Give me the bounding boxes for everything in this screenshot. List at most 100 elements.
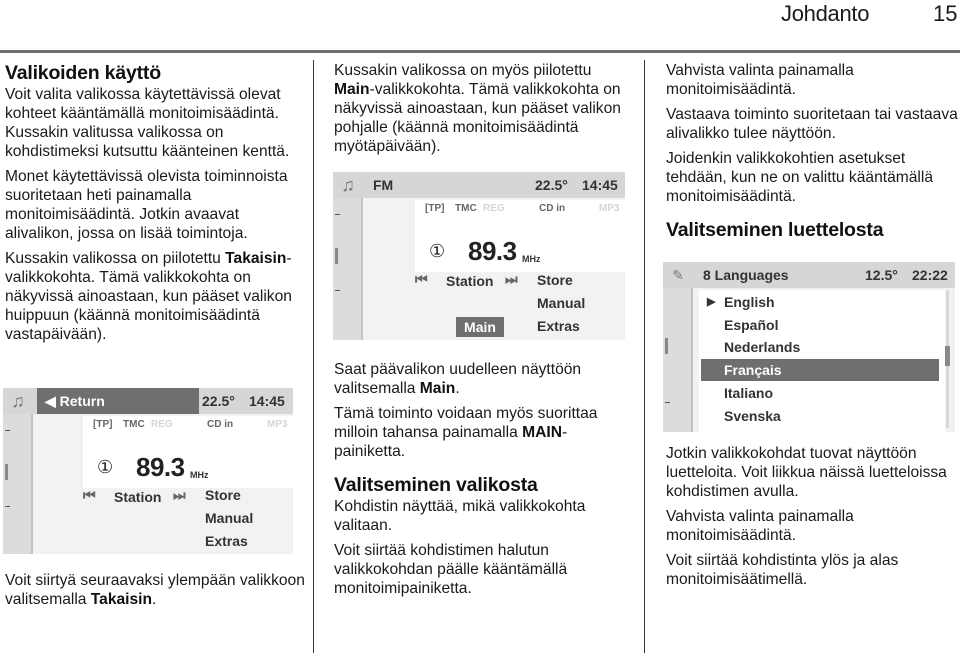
side-indicator xyxy=(5,464,8,480)
section-heading: Valikoiden käyttö xyxy=(5,61,305,85)
text: . xyxy=(455,380,460,397)
menu-term: Main xyxy=(334,81,370,98)
screen-sidebar xyxy=(663,288,693,432)
list-item-nederlands[interactable]: Nederlands xyxy=(724,336,800,358)
list-item-italiano[interactable]: Italiano xyxy=(724,382,773,404)
music-note-icon: ♫ xyxy=(341,175,355,195)
menu-option-store[interactable]: Store xyxy=(205,487,241,503)
side-indicator xyxy=(335,248,338,264)
column-divider xyxy=(644,60,645,653)
paragraph: Kohdistin näyttää, mikä valikkokohta val… xyxy=(334,498,586,534)
frequency-unit: MHz xyxy=(522,254,541,264)
button-term: MAIN xyxy=(522,424,562,441)
screen-sidebar xyxy=(333,198,363,340)
reg-indicator: REG xyxy=(151,419,173,430)
heading-text: Valitseminen luettelosta xyxy=(666,219,884,241)
text: . xyxy=(152,591,157,608)
cd-in-indicator: CD in xyxy=(207,419,234,430)
paragraph: Voit siirtää kohdistinta ylös ja alas mo… xyxy=(666,552,899,588)
tmc-indicator: TMC xyxy=(455,203,477,214)
settings-wrench-icon: ✎ xyxy=(672,267,684,283)
list-title: 8 Languages xyxy=(703,267,789,283)
prev-station-icon[interactable]: ⏮ xyxy=(83,487,96,504)
station-label: Station xyxy=(446,273,494,289)
temperature: 12.5° xyxy=(865,267,898,283)
mp3-indicator: MP3 xyxy=(599,203,620,214)
band-label: FM xyxy=(373,177,394,193)
clock: 22:22 xyxy=(912,267,948,283)
section-heading: Valitseminen luettelosta xyxy=(666,218,960,242)
scrollbar-thumb[interactable] xyxy=(945,346,950,366)
menu-term: Takaisin xyxy=(90,591,153,608)
frequency: 89.3 xyxy=(468,236,517,266)
list-item-english[interactable]: English xyxy=(724,291,775,313)
radio-screen-main: ♫ FM 22.5° 14:45 [TP] TMC REG CD in MP3 … xyxy=(333,172,625,340)
page-number: 15 xyxy=(933,1,958,26)
temperature: 22.5° xyxy=(202,393,235,409)
language-list-screen: ✎ 8 Languages 12.5° 22:22 ▶ English Espa… xyxy=(663,262,955,432)
side-tick xyxy=(5,506,10,507)
menu-term: Main xyxy=(419,380,456,397)
column-2: Kussakin valikossa on myös piilotettu Ma… xyxy=(334,61,634,162)
paragraph: Vahvista valinta painamalla monitoimisää… xyxy=(666,62,854,98)
next-station-icon[interactable]: ⏭ xyxy=(173,487,186,504)
menu-option-manual[interactable]: Manual xyxy=(537,295,585,311)
side-tick xyxy=(5,430,10,431)
paragraph: Voit siirtää kohdistimen halutun valikko… xyxy=(334,542,568,597)
heading-text: Valikoiden käyttö xyxy=(5,62,161,84)
section-heading: Valitseminen valikosta xyxy=(334,473,634,497)
column-1: Valikoiden käyttö Voit valita valikossa … xyxy=(5,61,305,350)
frequency-unit: MHz xyxy=(190,470,209,480)
list-item-francais[interactable]: Français xyxy=(724,359,782,381)
side-tick xyxy=(335,214,340,215)
paragraph: Kussakin valikossa on myös piilotettu Ma… xyxy=(334,61,634,156)
preset-number: ① xyxy=(429,241,446,261)
paragraph: Vahvista valinta painamalla monitoimisää… xyxy=(666,508,854,544)
side-tick xyxy=(665,402,670,403)
next-station-icon[interactable]: ⏭ xyxy=(505,271,518,288)
tuner-panel xyxy=(83,416,293,488)
list-item-svenska[interactable]: Svenska xyxy=(724,405,781,427)
menu-option-store[interactable]: Store xyxy=(537,272,573,288)
return-menu-item[interactable]: ◀ Return xyxy=(37,388,199,414)
paragraph: Voit siirtyä seuraavaksi ylempään valikk… xyxy=(5,571,305,609)
station-label: Station xyxy=(114,489,162,505)
clock: 14:45 xyxy=(582,177,618,193)
tp-indicator: [TP] xyxy=(93,419,113,430)
tmc-indicator: TMC xyxy=(123,419,145,430)
column-3: Vahvista valinta painamalla monitoimisää… xyxy=(666,61,960,242)
header-divider xyxy=(0,50,960,53)
clock: 14:45 xyxy=(249,393,285,409)
preset-number: ① xyxy=(97,457,114,477)
section-title: Johdanto xyxy=(781,1,870,26)
menu-option-manual[interactable]: Manual xyxy=(205,510,253,526)
menu-option-extras[interactable]: Extras xyxy=(537,318,580,334)
paragraph: Kussakin valikossa on piilotettu Takaisi… xyxy=(5,249,305,344)
screen-sidebar xyxy=(3,414,33,554)
prev-station-icon[interactable]: ⏮ xyxy=(415,271,428,288)
list-item-espanol[interactable]: Español xyxy=(724,314,778,336)
text: -valikkokohta. Tämä valikkokohta on näky… xyxy=(334,81,621,155)
paragraph: Voit valita valikossa käytettävissä olev… xyxy=(5,86,290,160)
paragraph: Saat päävalikon uudelleen näyttöön valit… xyxy=(334,360,634,398)
paragraph: Jotkin valikkokohdat tuovat näyttöön lue… xyxy=(666,445,947,500)
cd-in-indicator: CD in xyxy=(539,203,566,214)
menu-option-extras[interactable]: Extras xyxy=(205,533,248,549)
text: Kussakin valikossa on piilotettu xyxy=(5,250,226,267)
mp3-indicator: MP3 xyxy=(267,419,288,430)
active-marker-icon: ▶ xyxy=(707,296,716,308)
text: Kussakin valikossa on myös piilotettu xyxy=(334,62,592,79)
side-tick xyxy=(335,290,340,291)
reg-indicator: REG xyxy=(483,203,505,214)
tp-indicator: [TP] xyxy=(425,203,445,214)
column-2-lower: Saat päävalikon uudelleen näyttöön valit… xyxy=(334,360,634,604)
column-1-footer: Voit siirtyä seuraavaksi ylempään valikk… xyxy=(5,571,305,615)
side-indicator xyxy=(665,338,668,354)
temperature: 22.5° xyxy=(535,177,568,193)
paragraph: Joidenkin valikkokohtien asetukset tehdä… xyxy=(666,150,934,205)
paragraph: Tämä toiminto voidaan myös suorittaa mil… xyxy=(334,404,634,461)
column-3-lower: Jotkin valikkokohdat tuovat näyttöön lue… xyxy=(666,444,960,595)
paragraph: Monet käytettävissä olevista toiminnoist… xyxy=(5,168,288,242)
main-menu-item[interactable]: Main xyxy=(456,317,504,337)
column-divider xyxy=(313,60,314,653)
